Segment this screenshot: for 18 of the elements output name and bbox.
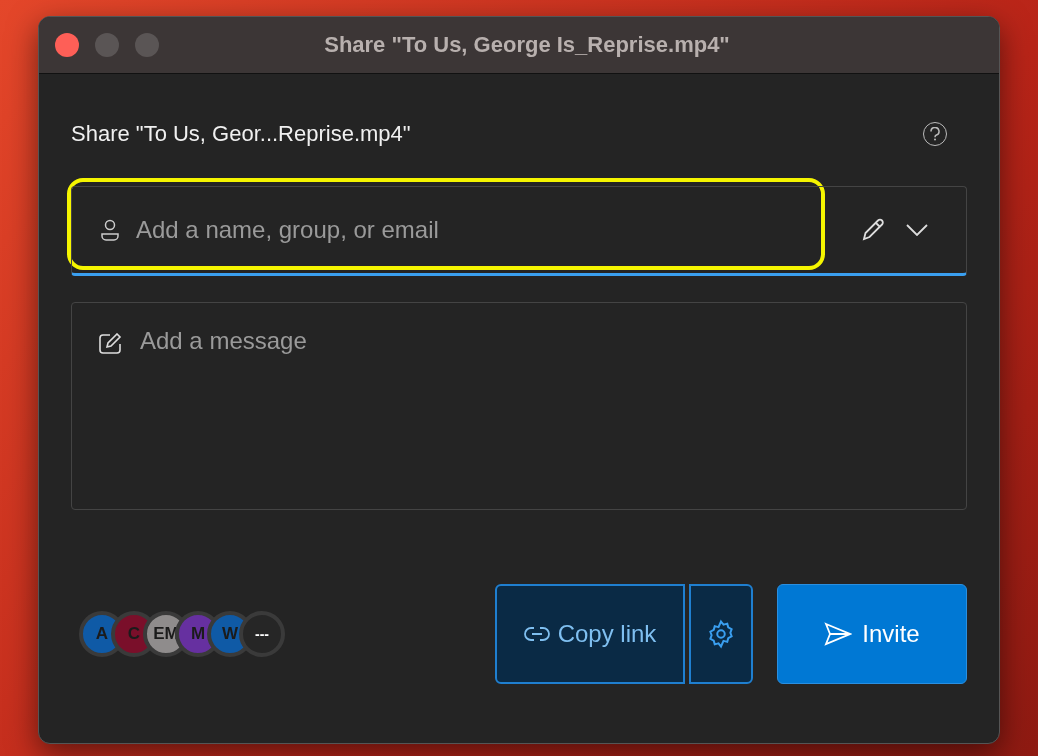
settings-button[interactable] [689, 584, 753, 684]
invite-button[interactable]: Invite [777, 584, 967, 684]
send-icon [824, 622, 853, 646]
recipient-field[interactable]: Add a name, group, or email [71, 186, 967, 276]
pencil-icon[interactable] [860, 217, 886, 243]
recipient-input[interactable]: Add a name, group, or email [134, 215, 860, 245]
copy-link-button[interactable]: Copy link [495, 584, 685, 684]
link-icon [523, 626, 550, 642]
window-title: Share "To Us, George Is_Reprise.mp4" [323, 32, 731, 58]
compose-icon [98, 333, 124, 355]
message-input[interactable]: Add a message [140, 327, 940, 485]
settings-icon [706, 619, 736, 649]
close-button[interactable] [55, 33, 79, 57]
chevron-down-icon[interactable] [906, 224, 928, 236]
person-icon [100, 219, 120, 241]
dialog-heading: Share "To Us, Geor...Reprise.mp4" [71, 121, 411, 147]
more-avatars[interactable]: --- [239, 611, 285, 657]
message-field[interactable]: Add a message [71, 302, 967, 510]
